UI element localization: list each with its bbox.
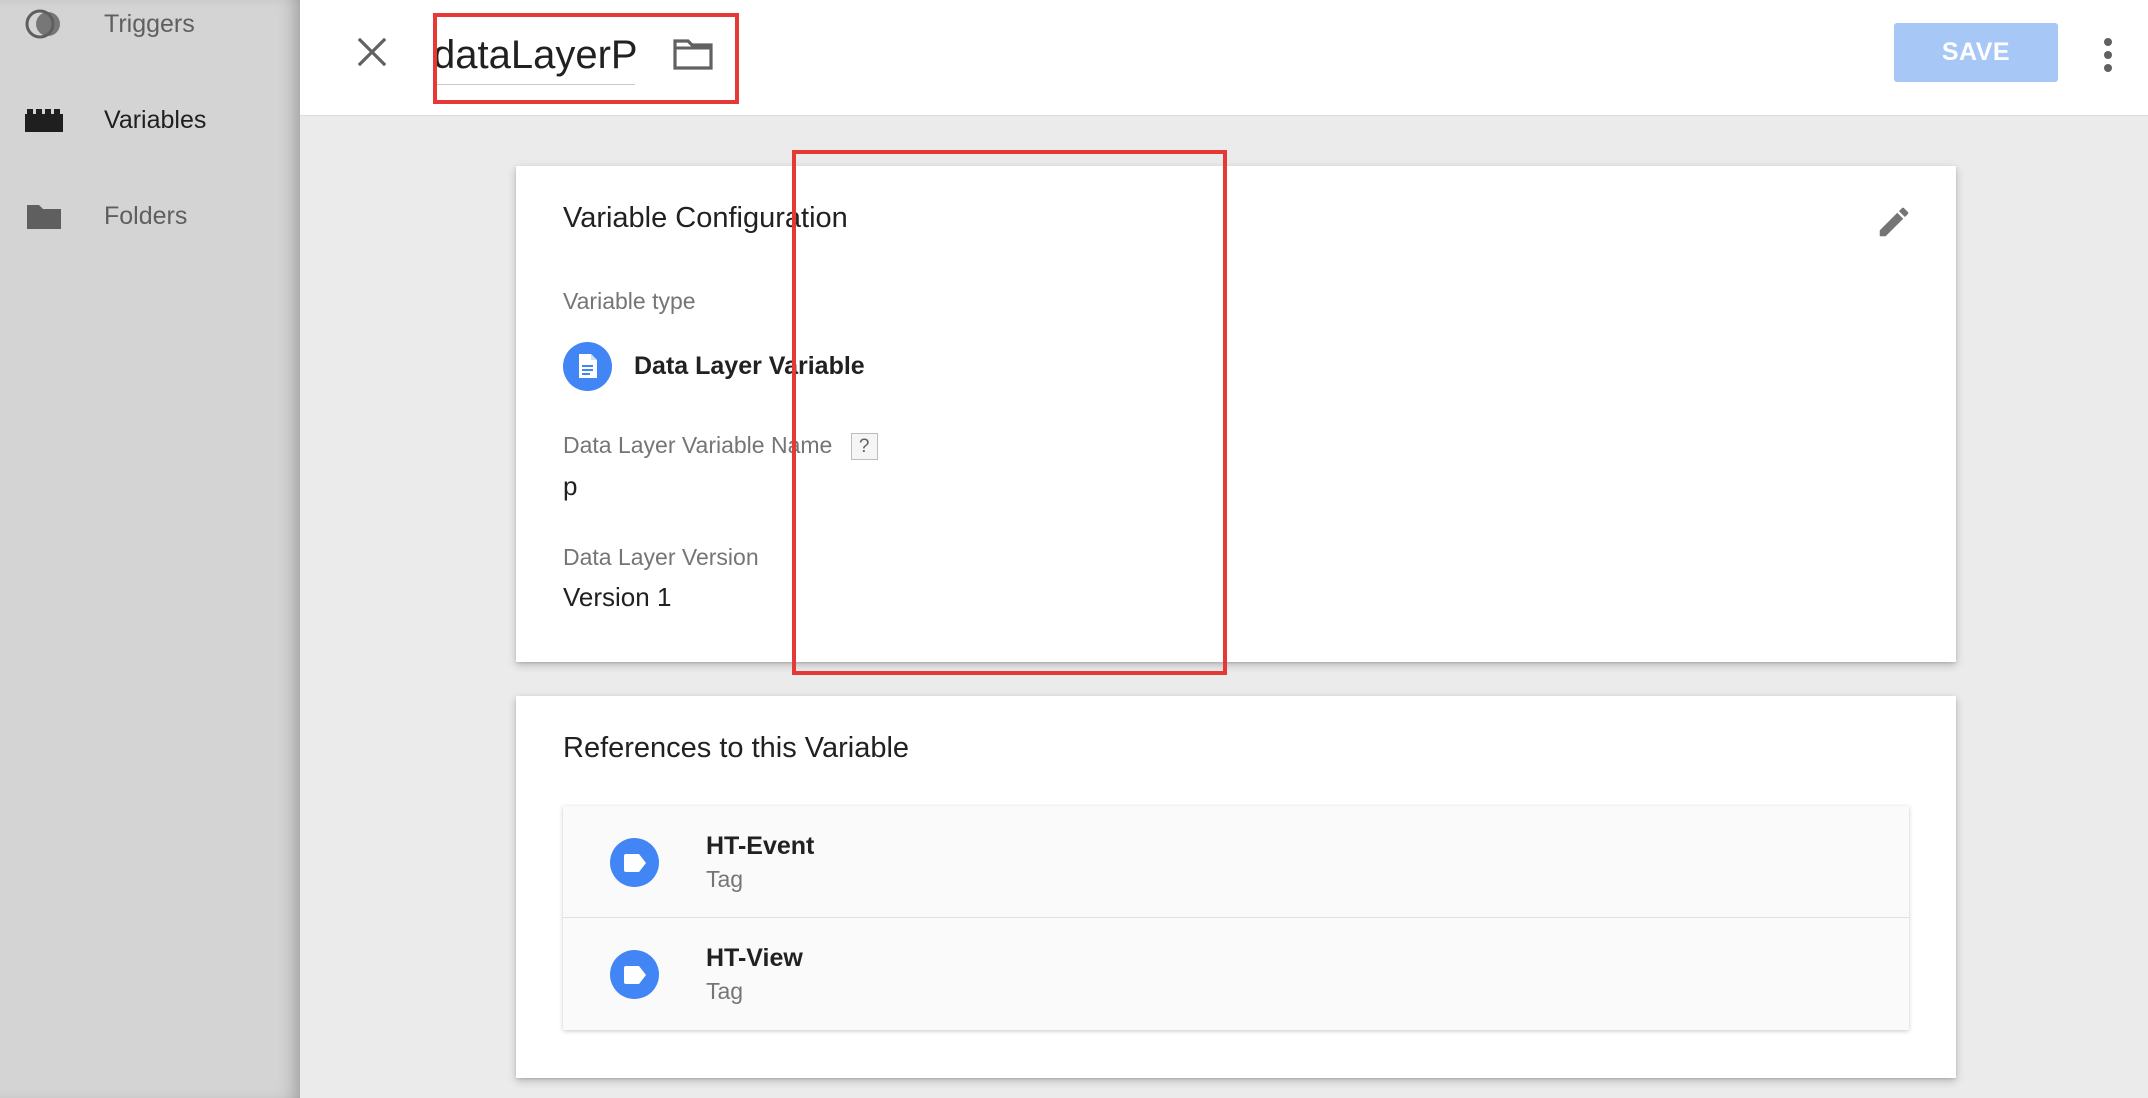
pencil-icon [1879, 207, 1909, 237]
sidebar-item-label: Triggers [104, 9, 195, 38]
dlv-name-value: p [563, 471, 578, 501]
references-list: HT-Event Tag HT-View Tag [563, 806, 1909, 1030]
dlv-version-label: Data Layer Version [563, 544, 759, 570]
reference-name: HT-Event [706, 832, 815, 860]
tag-icon [610, 950, 659, 999]
save-button[interactable]: SAVE [1894, 23, 2058, 82]
variable-type-name: Data Layer Variable [634, 351, 865, 380]
help-button[interactable]: ? [850, 433, 878, 461]
folder-icon [22, 194, 66, 238]
reference-type: Tag [706, 866, 744, 892]
more-vert-icon [2104, 38, 2112, 46]
more-vert-icon [2104, 64, 2112, 72]
sidebar-item-variables[interactable]: Variables [0, 90, 300, 150]
references-title: References to this Variable [563, 732, 910, 764]
main-panel: dataLayerP SAVE Variable Configuration V… [300, 0, 2148, 1098]
sidebar-item-label: Folders [104, 201, 188, 230]
top-bar: dataLayerP SAVE [300, 0, 2148, 116]
more-options-button[interactable] [2090, 30, 2126, 80]
variable-type-label: Variable type [563, 288, 696, 314]
variable-name-input[interactable]: dataLayerP [433, 30, 638, 85]
dlv-name-label: Data Layer Variable Name [563, 432, 833, 458]
tag-icon [610, 838, 659, 887]
sidebar-item-folders[interactable]: Folders [0, 186, 300, 246]
edit-button[interactable] [1872, 200, 1916, 244]
close-button[interactable] [350, 30, 394, 74]
variable-configuration-card[interactable]: Variable Configuration Variable type Dat… [516, 166, 1956, 662]
sidebar-item-triggers[interactable]: Triggers [0, 0, 300, 54]
title-wrap: dataLayerP [433, 30, 638, 85]
card-title: Variable Configuration [563, 202, 848, 234]
triggers-icon [22, 2, 66, 46]
list-item[interactable]: HT-Event Tag [563, 806, 1909, 918]
more-vert-icon [2104, 51, 2112, 59]
variable-type-row[interactable]: Data Layer Variable [563, 341, 865, 391]
document-icon [563, 341, 612, 391]
list-item[interactable]: HT-View Tag [563, 918, 1909, 1030]
references-card: References to this Variable HT-Event Tag… [516, 696, 1956, 1078]
dlv-version-value: Version 1 [563, 582, 672, 612]
sidebar: Triggers Variables Folders [0, 0, 300, 1098]
variables-icon [22, 98, 66, 142]
sidebar-item-label: Variables [104, 105, 207, 134]
folder-outline-icon [673, 39, 713, 70]
reference-name: HT-View [706, 944, 803, 972]
close-icon [357, 37, 387, 67]
dlv-name-label-row: Data Layer Variable Name ? [563, 432, 878, 461]
folder-button[interactable] [670, 34, 716, 74]
reference-type: Tag [706, 978, 744, 1004]
